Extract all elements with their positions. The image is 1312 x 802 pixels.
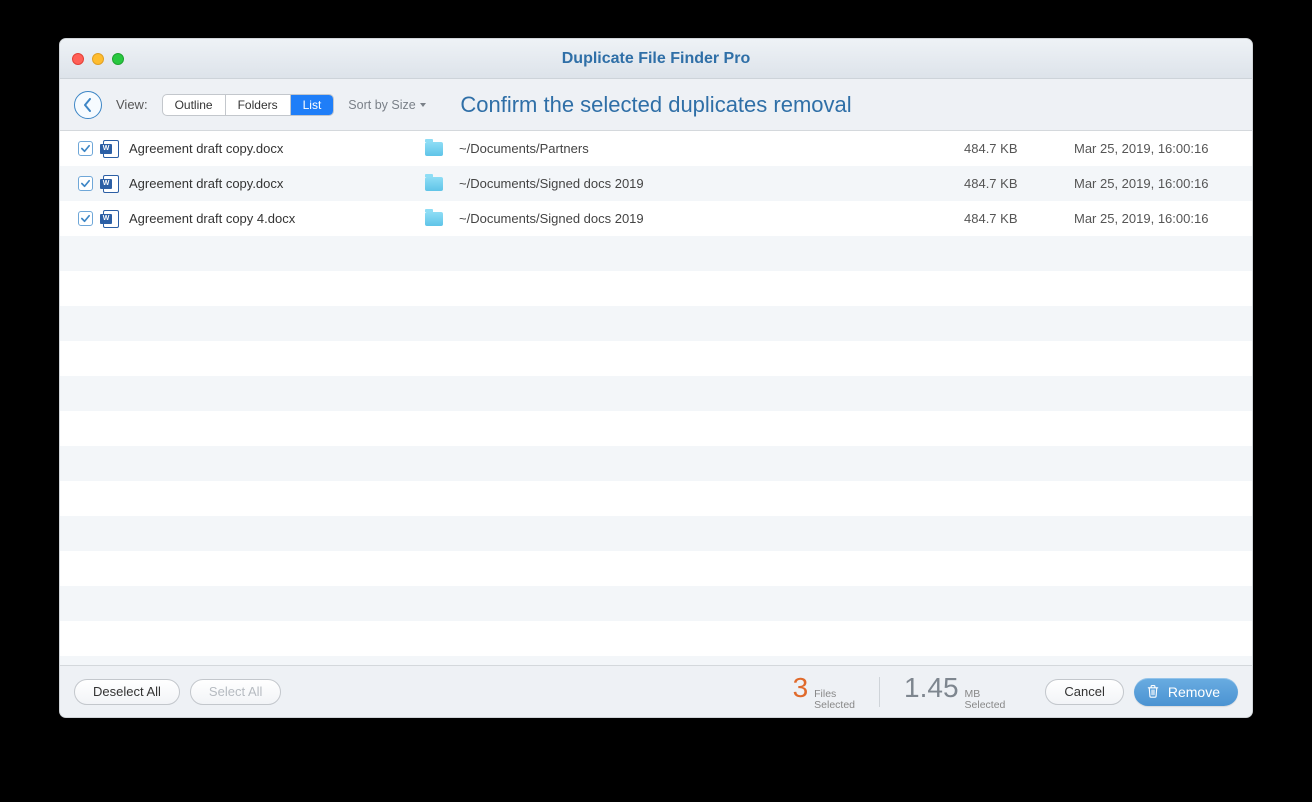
empty-row [60,656,1252,665]
file-path: ~/Documents/Signed docs 2019 [453,211,954,226]
view-list-tab[interactable]: List [290,95,334,115]
empty-row [60,236,1252,271]
file-date: Mar 25, 2019, 16:00:16 [1074,211,1234,226]
empty-row [60,341,1252,376]
table-row[interactable]: Agreement draft copy 4.docx ~/Documents/… [60,201,1252,236]
file-date: Mar 25, 2019, 16:00:16 [1074,176,1234,191]
folder-icon [425,177,443,191]
empty-row [60,481,1252,516]
files-count-value: 3 [793,672,809,704]
size-selected-stat: 1.45 MB Selected [898,672,1011,711]
view-segmented-control: Outline Folders List [162,94,335,116]
view-folders-tab[interactable]: Folders [225,95,290,115]
docx-icon [103,175,119,193]
docx-icon [103,140,119,158]
row-checkbox[interactable] [78,176,93,191]
window-title: Duplicate File Finder Pro [60,50,1252,68]
files-selected-stat: 3 Files Selected [787,672,861,711]
close-window-button[interactable] [72,53,84,65]
empty-row [60,446,1252,481]
table-row[interactable]: Agreement draft copy.docx ~/Documents/Si… [60,166,1252,201]
empty-row [60,516,1252,551]
back-button[interactable] [74,91,102,119]
check-icon [80,213,91,224]
view-label: View: [116,97,148,112]
file-name: Agreement draft copy.docx [129,141,409,156]
chevron-down-icon [420,103,426,107]
sort-menu[interactable]: Sort by Size [348,98,425,112]
trash-icon [1146,684,1160,699]
size-label-2: Selected [965,700,1006,711]
folder-icon [425,212,443,226]
empty-row [60,621,1252,656]
remove-button[interactable]: Remove [1134,678,1238,706]
table-row[interactable]: Agreement draft copy.docx ~/Documents/Pa… [60,131,1252,166]
remove-button-label: Remove [1168,684,1220,700]
app-window: Duplicate File Finder Pro View: Outline … [59,38,1253,718]
file-size: 484.7 KB [964,141,1064,156]
row-checkbox[interactable] [78,141,93,156]
zoom-window-button[interactable] [112,53,124,65]
view-outline-tab[interactable]: Outline [163,95,225,115]
file-table-body: Agreement draft copy.docx ~/Documents/Pa… [60,131,1252,665]
size-value: 1.45 [904,672,959,704]
file-path: ~/Documents/Partners [453,141,954,156]
file-size: 484.7 KB [964,211,1064,226]
sort-label: Sort by Size [348,98,415,112]
file-size: 484.7 KB [964,176,1064,191]
divider [879,677,880,707]
empty-row [60,551,1252,586]
file-path: ~/Documents/Signed docs 2019 [453,176,954,191]
minimize-window-button[interactable] [92,53,104,65]
chevron-left-icon [83,98,93,112]
empty-row [60,306,1252,341]
empty-row [60,271,1252,306]
check-icon [80,178,91,189]
file-date: Mar 25, 2019, 16:00:16 [1074,141,1234,156]
select-all-button[interactable]: Select All [190,679,281,705]
file-table: Agreement draft copy.docx ~/Documents/Pa… [60,131,1252,665]
deselect-all-button[interactable]: Deselect All [74,679,180,705]
traffic-lights [60,53,124,65]
folder-icon [425,142,443,156]
files-label-2: Selected [814,700,855,711]
empty-row [60,586,1252,621]
row-checkbox[interactable] [78,211,93,226]
file-name: Agreement draft copy.docx [129,176,409,191]
cancel-button[interactable]: Cancel [1045,679,1123,705]
toolbar: View: Outline Folders List Sort by Size … [60,79,1252,131]
check-icon [80,143,91,154]
docx-icon [103,210,119,228]
footer: Deselect All Select All 3 Files Selected… [60,665,1252,717]
file-name: Agreement draft copy 4.docx [129,211,409,226]
titlebar: Duplicate File Finder Pro [60,39,1252,79]
empty-row [60,376,1252,411]
empty-row [60,411,1252,446]
